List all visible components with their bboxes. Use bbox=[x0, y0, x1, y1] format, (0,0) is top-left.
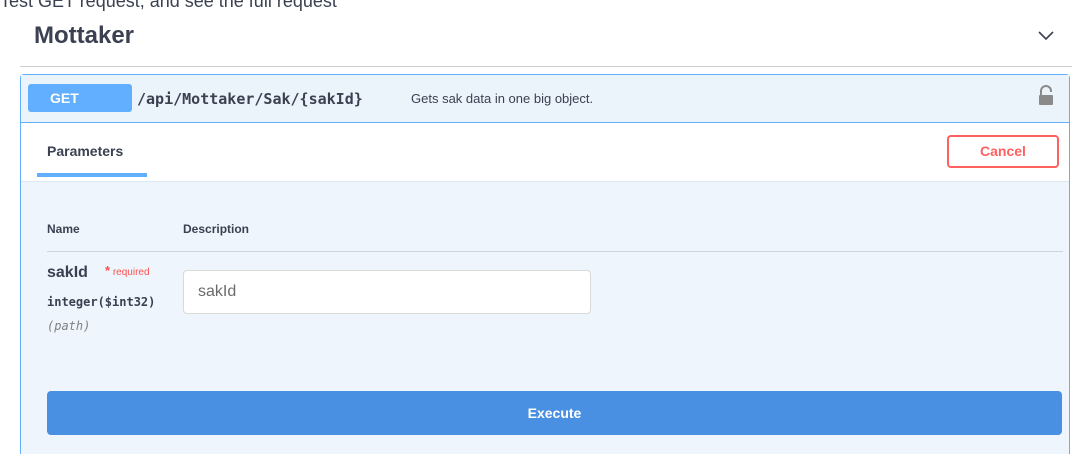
tag-title: Mottaker bbox=[34, 22, 135, 49]
execute-button[interactable]: Execute bbox=[47, 391, 1062, 435]
table-divider bbox=[47, 251, 1063, 252]
column-header-name: Name bbox=[47, 222, 80, 236]
operation-block: GET /api/Mottaker/Sak/{sakId} Gets sak d… bbox=[20, 74, 1070, 454]
required-star: * bbox=[105, 263, 111, 278]
unlock-icon[interactable] bbox=[1037, 85, 1055, 107]
tag-section-header[interactable]: Mottaker bbox=[20, 14, 1072, 67]
parameters-bar: Parameters Cancel bbox=[21, 123, 1069, 182]
sakid-input[interactable] bbox=[183, 270, 591, 314]
parameter-type: integer($int32) bbox=[47, 295, 156, 309]
parameter-location: (path) bbox=[47, 319, 91, 333]
cancel-button[interactable]: Cancel bbox=[947, 135, 1059, 168]
chevron-down-icon[interactable] bbox=[1036, 26, 1056, 46]
endpoint-description: Gets sak data in one big object. bbox=[411, 91, 594, 106]
required-label: required bbox=[112, 267, 150, 278]
http-method-badge: GET bbox=[28, 84, 132, 112]
parameter-name: sakId bbox=[47, 264, 88, 281]
column-header-description: Description bbox=[183, 222, 250, 236]
endpoint-path: /api/Mottaker/Sak/{sakId} bbox=[137, 90, 363, 108]
tab-parameters[interactable]: Parameters bbox=[47, 143, 123, 159]
cut-off-top-text: Test GET request, and see the full reque… bbox=[0, 0, 337, 11]
active-tab-indicator bbox=[37, 173, 147, 177]
operation-summary[interactable]: GET /api/Mottaker/Sak/{sakId} Gets sak d… bbox=[21, 75, 1069, 123]
required-marker: * required bbox=[105, 263, 150, 278]
